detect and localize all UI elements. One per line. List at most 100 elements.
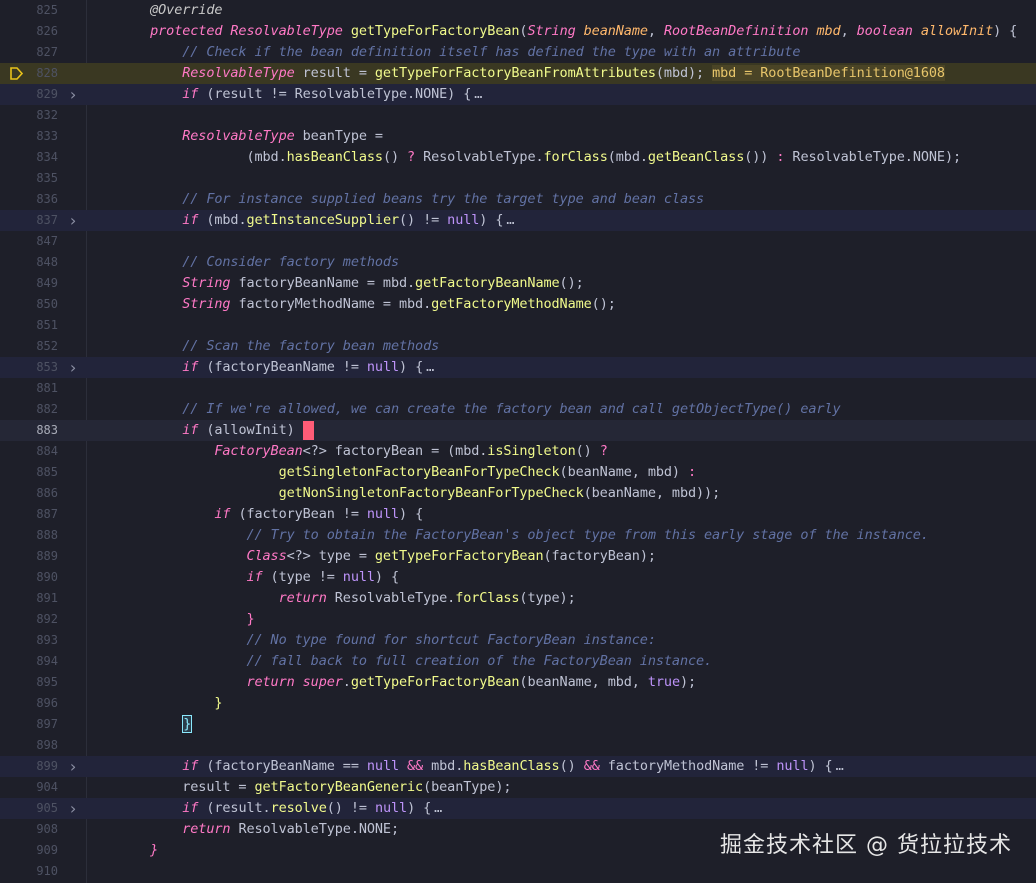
chevron-right-icon[interactable]: ›	[66, 357, 80, 378]
line-number[interactable]: 833	[0, 126, 58, 147]
code-text[interactable]: ResolvableType beanType =	[118, 126, 383, 147]
code-line[interactable]: 898	[0, 735, 1036, 756]
code-line[interactable]: 834 (mbd.hasBeanClass() ? ResolvableType…	[0, 147, 1036, 168]
code-line[interactable]: 897 }	[0, 714, 1036, 735]
chevron-right-icon[interactable]: ›	[66, 798, 80, 819]
line-number[interactable]: 837	[0, 210, 58, 231]
code-text[interactable]: // Scan the factory bean methods	[118, 336, 439, 357]
code-text[interactable]: // No type found for shortcut FactoryBea…	[118, 630, 656, 651]
line-number[interactable]: 825	[0, 0, 58, 21]
code-text[interactable]: String factoryMethodName = mbd.getFactor…	[118, 294, 616, 315]
line-number[interactable]: 826	[0, 21, 58, 42]
code-text[interactable]: (mbd.hasBeanClass() ? ResolvableType.for…	[118, 147, 961, 168]
line-number[interactable]: 836	[0, 189, 58, 210]
code-text[interactable]: if (result.resolve() != null) {…	[118, 798, 442, 819]
line-number[interactable]: 888	[0, 525, 58, 546]
code-line[interactable]: 887 if (factoryBean != null) {	[0, 504, 1036, 525]
code-text[interactable]: if (type != null) {	[118, 567, 399, 588]
code-text[interactable]: // For instance supplied beans try the t…	[118, 189, 704, 210]
code-line[interactable]: 828 ResolvableType result = getTypeForFa…	[0, 63, 1036, 84]
chevron-right-icon[interactable]: ›	[66, 84, 80, 105]
code-line[interactable]: 851	[0, 315, 1036, 336]
code-text[interactable]: if (factoryBeanName == null && mbd.hasBe…	[118, 756, 843, 777]
code-line[interactable]: 835	[0, 168, 1036, 189]
line-number[interactable]: 908	[0, 819, 58, 840]
code-line[interactable]: 853 › if (factoryBeanName != null) {…	[0, 357, 1036, 378]
line-number[interactable]: 881	[0, 378, 58, 399]
code-text[interactable]: protected ResolvableType getTypeForFacto…	[118, 21, 1025, 42]
code-line[interactable]: 886 getNonSingletonFactoryBeanForTypeChe…	[0, 483, 1036, 504]
line-number[interactable]: 853	[0, 357, 58, 378]
line-number[interactable]: 847	[0, 231, 58, 252]
code-text[interactable]: @Override	[118, 0, 222, 21]
code-line[interactable]: 884 FactoryBean<?> factoryBean = (mbd.is…	[0, 441, 1036, 462]
code-line[interactable]: 847	[0, 231, 1036, 252]
code-line[interactable]: 890 if (type != null) {	[0, 567, 1036, 588]
code-line[interactable]: 825 @Override	[0, 0, 1036, 21]
code-text[interactable]: FactoryBean<?> factoryBean = (mbd.isSing…	[118, 441, 607, 462]
code-text[interactable]: }	[118, 609, 254, 630]
line-number[interactable]: 895	[0, 672, 58, 693]
line-number[interactable]: 834	[0, 147, 58, 168]
code-line[interactable]: 910	[0, 861, 1036, 882]
code-text[interactable]: if (mbd.getInstanceSupplier() != null) {…	[118, 210, 514, 231]
line-number[interactable]: 882	[0, 399, 58, 420]
code-line[interactable]: 895 return super.getTypeForFactoryBean(b…	[0, 672, 1036, 693]
line-number[interactable]: 886	[0, 483, 58, 504]
code-line[interactable]: 849 String factoryBeanName = mbd.getFact…	[0, 273, 1036, 294]
code-editor[interactable]: 825 @Override 826 protected ResolvableTyp…	[0, 0, 1036, 883]
code-line[interactable]: 904 result = getFactoryBeanGeneric(beanT…	[0, 777, 1036, 798]
line-number[interactable]: 884	[0, 441, 58, 462]
line-number[interactable]: 899	[0, 756, 58, 777]
line-number[interactable]: 905	[0, 798, 58, 819]
line-number[interactable]: 829	[0, 84, 58, 105]
line-number[interactable]: 850	[0, 294, 58, 315]
code-text[interactable]: result = getFactoryBeanGeneric(beanType)…	[118, 777, 511, 798]
line-number[interactable]: 835	[0, 168, 58, 189]
code-text[interactable]: }	[118, 714, 193, 735]
line-number[interactable]: 909	[0, 840, 58, 861]
line-number[interactable]: 889	[0, 546, 58, 567]
line-number[interactable]: 827	[0, 42, 58, 63]
code-line[interactable]: 850 String factoryMethodName = mbd.getFa…	[0, 294, 1036, 315]
code-line[interactable]: 832	[0, 105, 1036, 126]
code-line[interactable]: 891 return ResolvableType.forClass(type)…	[0, 588, 1036, 609]
code-text[interactable]: }	[118, 840, 158, 861]
code-text[interactable]: // Check if the bean definition itself h…	[118, 42, 800, 63]
line-number[interactable]: 848	[0, 252, 58, 273]
code-line[interactable]: 885 getSingletonFactoryBeanForTypeCheck(…	[0, 462, 1036, 483]
line-number[interactable]: 898	[0, 735, 58, 756]
code-line[interactable]: 829 › if (result != ResolvableType.NONE) …	[0, 84, 1036, 105]
code-text[interactable]: // fall back to full creation of the Fac…	[118, 651, 712, 672]
code-text[interactable]: return super.getTypeForFactoryBean(beanN…	[118, 672, 696, 693]
code-text[interactable]: getNonSingletonFactoryBeanForTypeCheck(b…	[118, 483, 721, 504]
code-text[interactable]: return ResolvableType.forClass(type);	[118, 588, 576, 609]
line-number[interactable]: 897	[0, 714, 58, 735]
line-number[interactable]: 893	[0, 630, 58, 651]
line-number[interactable]: 894	[0, 651, 58, 672]
code-line[interactable]: 905 › if (result.resolve() != null) {…	[0, 798, 1036, 819]
line-number[interactable]: 885	[0, 462, 58, 483]
code-line[interactable]: 894 // fall back to full creation of the…	[0, 651, 1036, 672]
chevron-right-icon[interactable]: ›	[66, 756, 80, 777]
code-line[interactable]: 892 }	[0, 609, 1036, 630]
code-text[interactable]: return ResolvableType.NONE;	[118, 819, 399, 840]
line-number[interactable]: 892	[0, 609, 58, 630]
line-number[interactable]: 910	[0, 861, 58, 882]
debug-execution-point-icon[interactable]	[9, 66, 24, 81]
code-line[interactable]: 888 // Try to obtain the FactoryBean's o…	[0, 525, 1036, 546]
line-number[interactable]: 890	[0, 567, 58, 588]
code-text[interactable]: // If we're allowed, we can create the f…	[118, 399, 840, 420]
line-number[interactable]: 896	[0, 693, 58, 714]
line-number[interactable]: 851	[0, 315, 58, 336]
code-text[interactable]: if (factoryBean != null) {	[118, 504, 423, 525]
line-number[interactable]: 883	[0, 420, 58, 441]
code-line[interactable]: 893 // No type found for shortcut Factor…	[0, 630, 1036, 651]
code-line[interactable]: 826 protected ResolvableType getTypeForF…	[0, 21, 1036, 42]
code-line[interactable]: 896 }	[0, 693, 1036, 714]
code-text[interactable]: }	[118, 693, 222, 714]
code-text[interactable]: // Consider factory methods	[118, 252, 399, 273]
line-number[interactable]: 904	[0, 777, 58, 798]
code-line[interactable]: 848 // Consider factory methods	[0, 252, 1036, 273]
code-text[interactable]: getSingletonFactoryBeanForTypeCheck(bean…	[118, 462, 697, 483]
